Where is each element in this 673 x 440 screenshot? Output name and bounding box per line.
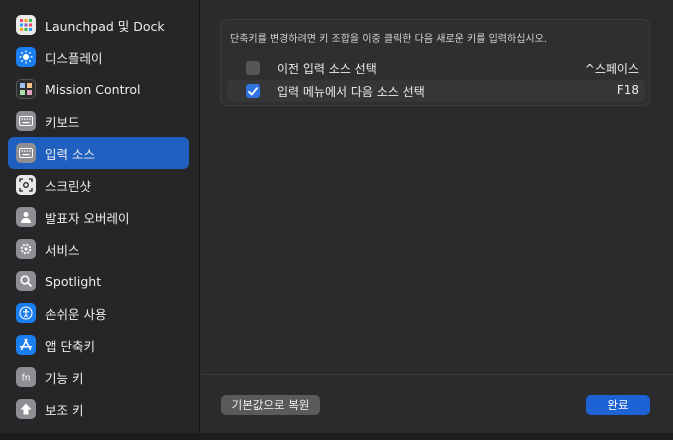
sidebar-item-label: Launchpad 및 Dock	[45, 18, 165, 34]
shortcut-checkbox[interactable]	[246, 61, 260, 75]
screenshot-icon	[16, 175, 36, 195]
sidebar-item-label: 서비스	[45, 242, 80, 258]
sidebar-item-label: 키보드	[45, 114, 80, 130]
modifier-keys-icon	[16, 399, 36, 419]
sidebar-item-screenshot[interactable]: 스크린샷	[8, 169, 189, 201]
svg-text:fn: fn	[22, 374, 31, 384]
sidebar-item-label: 스크린샷	[45, 178, 92, 194]
sidebar-item-services[interactable]: 서비스	[8, 233, 189, 265]
sidebar-item-label: 손쉬운 사용	[45, 306, 107, 322]
shortcut-row[interactable]: 입력 메뉴에서 다음 소스 선택 F18	[227, 80, 645, 102]
shortcut-detail-pane: 단축키를 변경하려면 키 조합을 이중 클릭한 다음 새로운 키를 입력하십시오…	[201, 0, 673, 440]
sidebar-item-mission-control[interactable]: Mission Control	[8, 73, 189, 105]
sidebar-item-keyboard[interactable]: 키보드	[8, 105, 189, 137]
sidebar-item-label: 보조 키	[45, 402, 84, 418]
display-icon	[16, 47, 36, 67]
restore-defaults-button[interactable]: 기본값으로 복원	[221, 395, 320, 415]
done-button[interactable]: 완료	[586, 395, 650, 415]
shortcut-label: 이전 입력 소스 선택	[277, 62, 377, 76]
shortcut-list-panel: 단축키를 변경하려면 키 조합을 이중 클릭한 다음 새로운 키를 입력하십시오…	[220, 19, 650, 106]
window-bottom-edge	[0, 433, 673, 440]
sidebar-item-label: Spotlight	[45, 273, 102, 289]
spotlight-icon	[16, 271, 36, 291]
sidebar-item-label: 발표자 오버레이	[45, 210, 130, 226]
sidebar-item-presenter-overlay[interactable]: 발표자 오버레이	[8, 201, 189, 233]
sidebar-item-label: 입력 소스	[45, 146, 95, 162]
function-keys-icon: fn	[16, 367, 36, 387]
shortcut-checkbox[interactable]	[246, 84, 260, 98]
sidebar-item-label: 기능 키	[45, 370, 84, 386]
shortcut-key[interactable]: F18	[617, 83, 639, 97]
footer-divider	[201, 374, 673, 375]
mission-control-icon	[16, 79, 36, 99]
sidebar-item-label: Mission Control	[45, 81, 141, 97]
sidebar-item-label: 디스플레이	[45, 50, 103, 66]
accessibility-icon	[16, 303, 36, 323]
sidebar-item-accessibility[interactable]: 손쉬운 사용	[8, 297, 189, 329]
checkmark-icon	[248, 86, 258, 95]
keyboard-shortcuts-sheet: Launchpad 및 Dock 디스플레이 Mission Control 키…	[0, 0, 673, 440]
instruction-text: 단축키를 변경하려면 키 조합을 이중 클릭한 다음 새로운 키를 입력하십시오…	[230, 34, 547, 45]
shortcut-row[interactable]: 이전 입력 소스 선택 ^스페이스	[227, 57, 645, 79]
app-shortcuts-icon	[16, 335, 36, 355]
sidebar-item-input-sources[interactable]: 입력 소스	[8, 137, 189, 169]
sidebar-item-function-keys[interactable]: fn 기능 키	[8, 361, 189, 393]
keyboard-icon	[16, 111, 36, 131]
sidebar: Launchpad 및 Dock 디스플레이 Mission Control 키…	[0, 0, 200, 440]
sidebar-item-label: 앱 단축키	[45, 338, 95, 354]
services-icon	[16, 239, 36, 259]
launchpad-icon	[16, 15, 36, 35]
presenter-overlay-icon	[16, 207, 36, 227]
input-sources-icon	[16, 143, 36, 163]
sidebar-item-launchpad-dock[interactable]: Launchpad 및 Dock	[8, 9, 189, 41]
sidebar-item-app-shortcuts[interactable]: 앱 단축키	[8, 329, 189, 361]
sidebar-item-modifier-keys[interactable]: 보조 키	[8, 393, 189, 425]
sidebar-item-spotlight[interactable]: Spotlight	[8, 265, 189, 297]
sidebar-item-display[interactable]: 디스플레이	[8, 41, 189, 73]
shortcut-label: 입력 메뉴에서 다음 소스 선택	[277, 85, 425, 99]
shortcut-key[interactable]: ^스페이스	[585, 60, 639, 77]
